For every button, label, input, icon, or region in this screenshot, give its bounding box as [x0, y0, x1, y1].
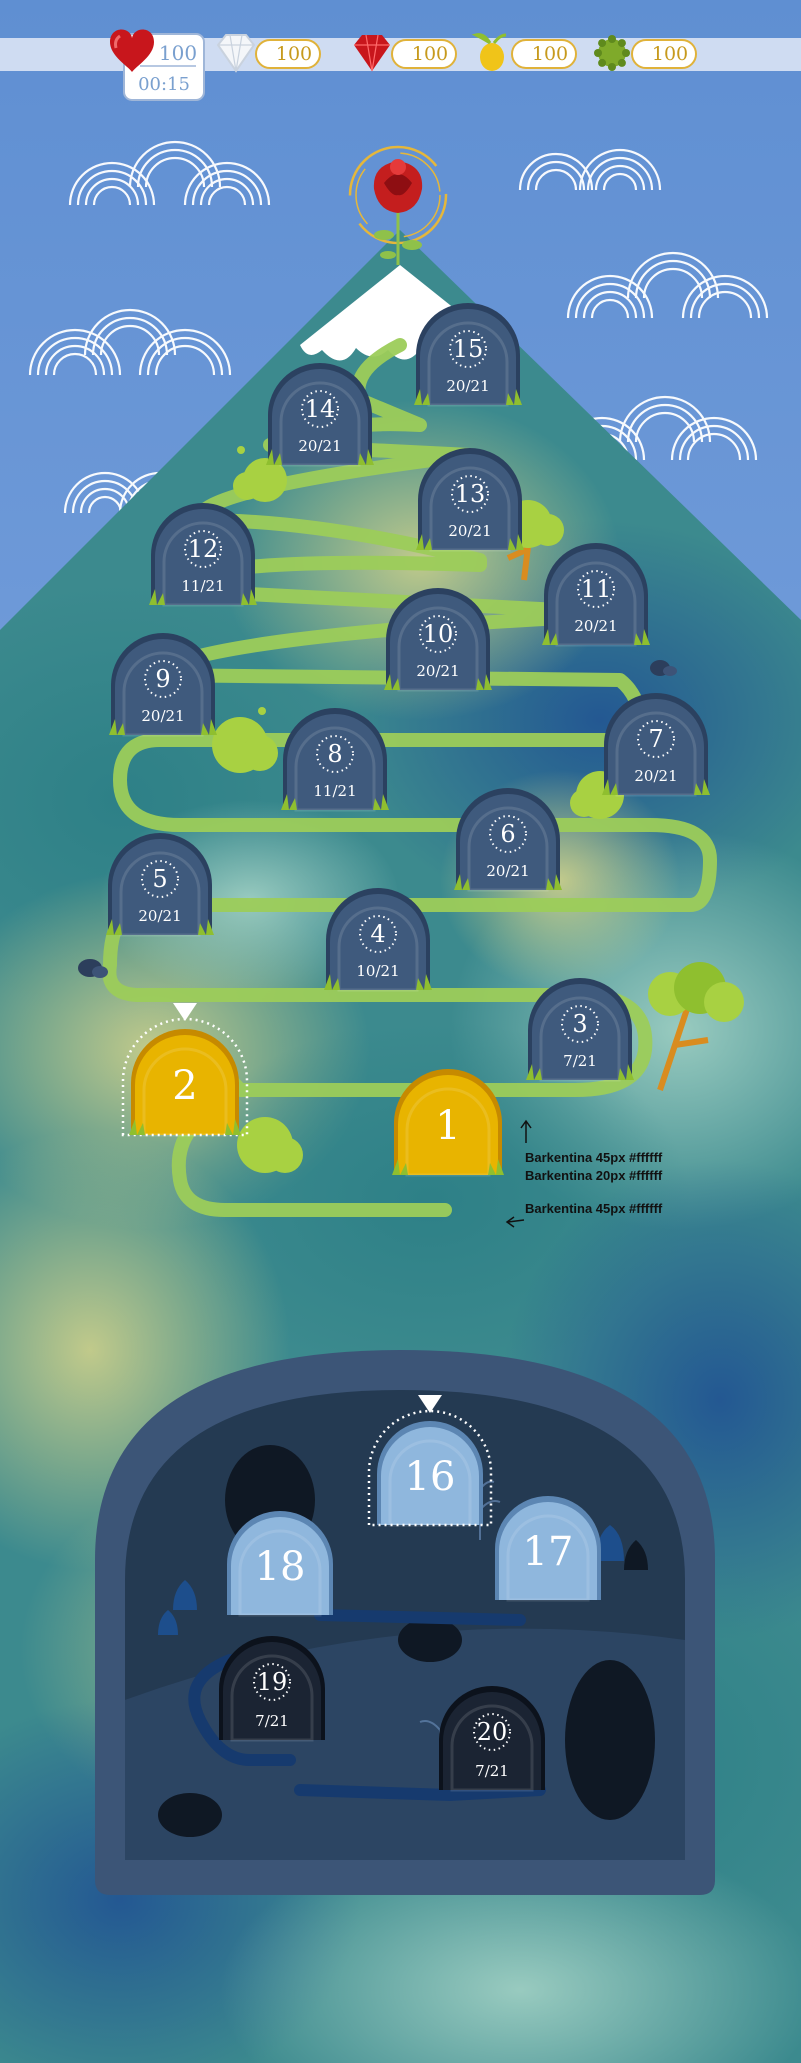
annotation-progress-font: Barkentina 20px #ffffff	[525, 1168, 663, 1183]
annotation-number-font-2: Barkentina 45px #ffffff	[525, 1201, 663, 1216]
level-progress: 20/21	[634, 767, 677, 785]
level-number: 17	[523, 1529, 574, 1575]
level-number: 20	[477, 1718, 508, 1746]
level-number: 1	[435, 1103, 460, 1149]
lives-value: 100	[159, 41, 197, 65]
level-progress: 20/21	[298, 437, 341, 455]
level-node-18[interactable]: 18	[227, 1511, 333, 1617]
level-number: 4	[370, 920, 385, 948]
currency-value: 100	[532, 43, 568, 65]
level-number: 15	[453, 335, 484, 363]
level-node-17[interactable]: 17	[495, 1496, 601, 1602]
currency-counter[interactable]: 100	[354, 34, 457, 72]
level-number: 13	[455, 480, 486, 508]
level-number: 16	[405, 1454, 456, 1500]
level-number: 10	[423, 620, 454, 648]
level-number: 19	[257, 1668, 288, 1696]
cave-hole	[158, 1793, 222, 1837]
currency-value: 100	[412, 43, 448, 65]
level-progress: 20/21	[446, 377, 489, 395]
level-number: 8	[327, 740, 342, 768]
cave-hole	[398, 1618, 462, 1662]
currency-counter[interactable]: 100	[594, 35, 697, 71]
level-number: 7	[648, 725, 663, 753]
currency-value: 100	[652, 43, 688, 65]
level-progress: 20/21	[486, 862, 529, 880]
currency-value: 100	[276, 43, 312, 65]
green-gem-icon	[594, 35, 630, 71]
level-progress: 7/21	[255, 1712, 289, 1730]
level-number: 9	[155, 665, 170, 693]
level-node-19[interactable]: 19 7/21	[219, 1636, 325, 1742]
level-map: 1 2 3 7/21 4 10/21 5 20/21 6 20/21 7 20/21 8 11/21 9 20…	[0, 0, 801, 2063]
level-progress: 7/21	[563, 1052, 597, 1070]
level-progress: 20/21	[574, 617, 617, 635]
annotation-number-font: Barkentina 45px #ffffff	[525, 1150, 663, 1165]
lives-counter[interactable]: 100 00:15	[110, 29, 205, 101]
level-number: 2	[172, 1063, 197, 1109]
level-progress: 20/21	[141, 707, 184, 725]
level-node-20[interactable]: 20 7/21	[439, 1686, 545, 1792]
level-progress: 20/21	[138, 907, 181, 925]
level-number: 12	[188, 535, 219, 563]
level-number: 11	[581, 575, 612, 603]
level-number: 5	[152, 865, 167, 893]
level-progress: 20/21	[416, 662, 459, 680]
map-canvas: 1237/21410/21520/21620/21720/21811/21920…	[0, 0, 801, 2063]
level-progress: 10/21	[356, 962, 399, 980]
level-progress: 11/21	[313, 782, 356, 800]
currency-counter[interactable]: 100	[216, 34, 321, 73]
level-number: 6	[500, 820, 515, 848]
level-number: 18	[255, 1544, 306, 1590]
level-number: 14	[305, 395, 336, 423]
lives-timer: 00:15	[138, 74, 190, 95]
cave-hole	[565, 1660, 655, 1820]
level-number: 3	[572, 1010, 587, 1038]
level-progress: 20/21	[448, 522, 491, 540]
level-progress: 7/21	[475, 1762, 509, 1780]
level-progress: 11/21	[181, 577, 224, 595]
